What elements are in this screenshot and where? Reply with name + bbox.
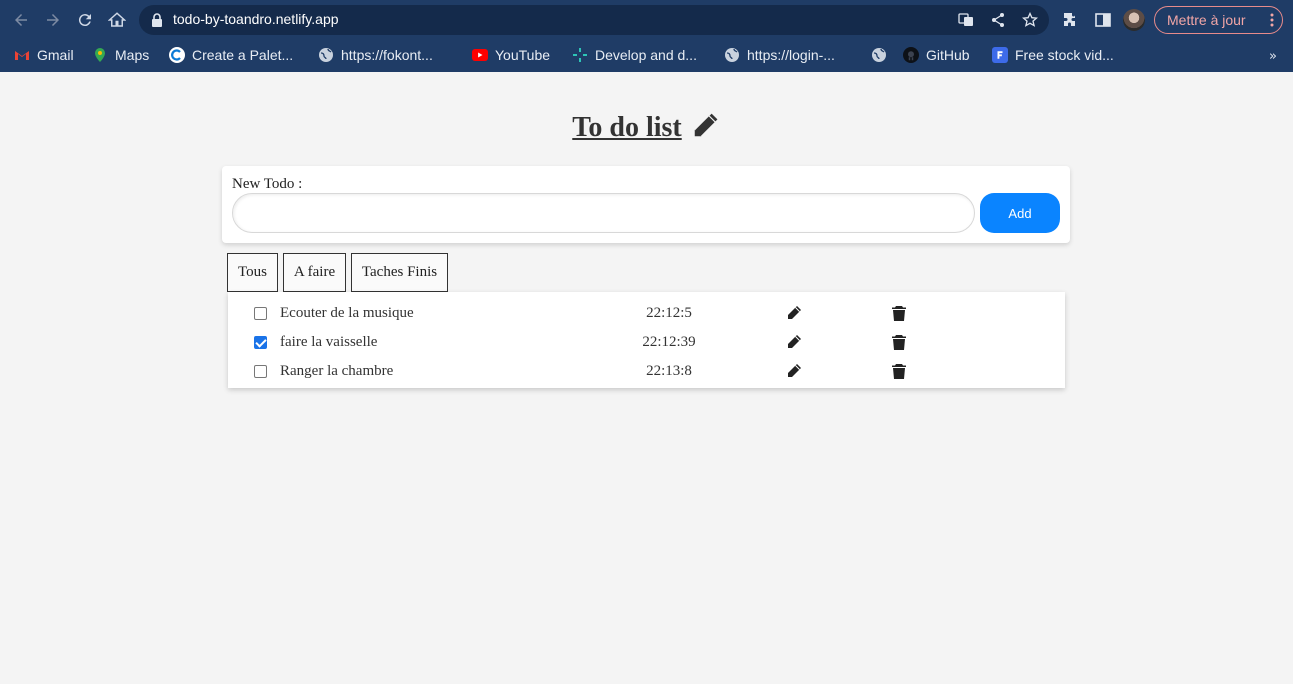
pencil-icon — [693, 112, 719, 137]
edit-icon[interactable] — [786, 363, 802, 379]
bookmark-develop[interactable]: Develop and d... — [572, 44, 697, 66]
globe-icon — [724, 47, 740, 63]
more-vert-icon — [1270, 13, 1274, 27]
filter-all-button[interactable]: Tous — [227, 253, 278, 292]
new-todo-input[interactable] — [232, 193, 975, 233]
edit-icon[interactable] — [786, 334, 802, 350]
todo-time: 22:12:5 — [646, 305, 692, 321]
trash-icon[interactable] — [892, 363, 906, 379]
todo-item: faire la vaisselle 22:12:39 — [228, 325, 1065, 354]
new-todo-form: New Todo : Add — [222, 166, 1070, 243]
sidepanel-icon[interactable] — [1093, 10, 1113, 30]
reload-button[interactable] — [74, 9, 96, 31]
develop-icon — [572, 47, 588, 63]
youtube-icon — [472, 49, 488, 61]
todo-text: Ranger la chambre — [280, 363, 394, 379]
globe-icon — [318, 47, 334, 63]
lock-icon — [152, 13, 162, 27]
gmail-icon — [14, 47, 30, 63]
bookmark-maps[interactable]: Maps — [92, 44, 149, 66]
todo-checkbox[interactable] — [254, 336, 267, 349]
todo-checkbox[interactable] — [254, 365, 267, 378]
freestock-icon — [992, 47, 1008, 63]
arrow-right-icon — [47, 14, 59, 26]
page-title-text: To do list — [572, 112, 682, 143]
arrow-left-icon — [15, 14, 27, 26]
todo-checkbox[interactable] — [254, 307, 267, 320]
globe-icon — [871, 47, 887, 63]
todo-text: Ecouter de la musique — [280, 305, 414, 321]
bookmarks-more-button[interactable]: » — [1269, 49, 1277, 64]
trash-icon[interactable] — [892, 334, 906, 350]
bookmark-globe[interactable] — [871, 44, 894, 66]
update-button[interactable]: Mettre à jour — [1154, 6, 1283, 34]
star-icon[interactable] — [1021, 11, 1039, 29]
filter-todo-button[interactable]: A faire — [283, 253, 346, 292]
todo-time: 22:12:39 — [642, 334, 696, 350]
forward-button[interactable] — [42, 9, 64, 31]
home-icon — [108, 12, 126, 27]
maps-icon — [92, 47, 108, 63]
github-icon — [903, 47, 919, 63]
share-icon[interactable] — [989, 11, 1007, 29]
page-title: To do list — [0, 110, 1293, 144]
address-bar[interactable]: todo-by-toandro.netlify.app — [139, 5, 1049, 35]
back-button[interactable] — [10, 9, 32, 31]
bookmark-palette[interactable]: Create a Palet... — [169, 44, 293, 66]
bookmarks-bar: Gmail Maps Create a Palet... https://fok… — [0, 40, 1293, 72]
bookmark-github[interactable]: GitHub — [903, 44, 970, 66]
edit-icon[interactable] — [786, 305, 802, 321]
todo-text: faire la vaisselle — [280, 334, 378, 350]
reload-icon — [78, 14, 91, 27]
browser-toolbar: todo-by-toandro.netlify.app Mettre à jou… — [0, 0, 1293, 40]
bookmark-login[interactable]: https://login-... — [724, 44, 835, 66]
todo-item: Ecouter de la musique 22:12:5 — [228, 296, 1065, 325]
add-button[interactable]: Add — [980, 193, 1060, 233]
profile-avatar[interactable] — [1123, 9, 1145, 31]
url-text: todo-by-toandro.netlify.app — [173, 11, 339, 27]
bookmark-gmail[interactable]: Gmail — [14, 44, 74, 66]
palette-icon — [169, 47, 185, 63]
new-todo-label: New Todo : — [232, 176, 303, 192]
bookmark-fokont[interactable]: https://fokont... — [318, 44, 433, 66]
trash-icon[interactable] — [892, 305, 906, 321]
bookmark-freestock[interactable]: Free stock vid... — [992, 44, 1114, 66]
todo-item: Ranger la chambre 22:13:8 — [228, 354, 1065, 383]
translate-icon[interactable] — [957, 11, 975, 29]
extensions-icon[interactable] — [1061, 10, 1081, 30]
bookmark-youtube[interactable]: YouTube — [472, 44, 550, 66]
todo-list: Ecouter de la musique 22:12:5 faire la v… — [228, 292, 1065, 388]
todo-time: 22:13:8 — [646, 363, 692, 379]
home-button[interactable] — [106, 9, 128, 31]
update-label: Mettre à jour — [1167, 12, 1246, 28]
filter-done-button[interactable]: Taches Finis — [351, 253, 448, 292]
browser-chrome: todo-by-toandro.netlify.app Mettre à jou… — [0, 0, 1293, 72]
